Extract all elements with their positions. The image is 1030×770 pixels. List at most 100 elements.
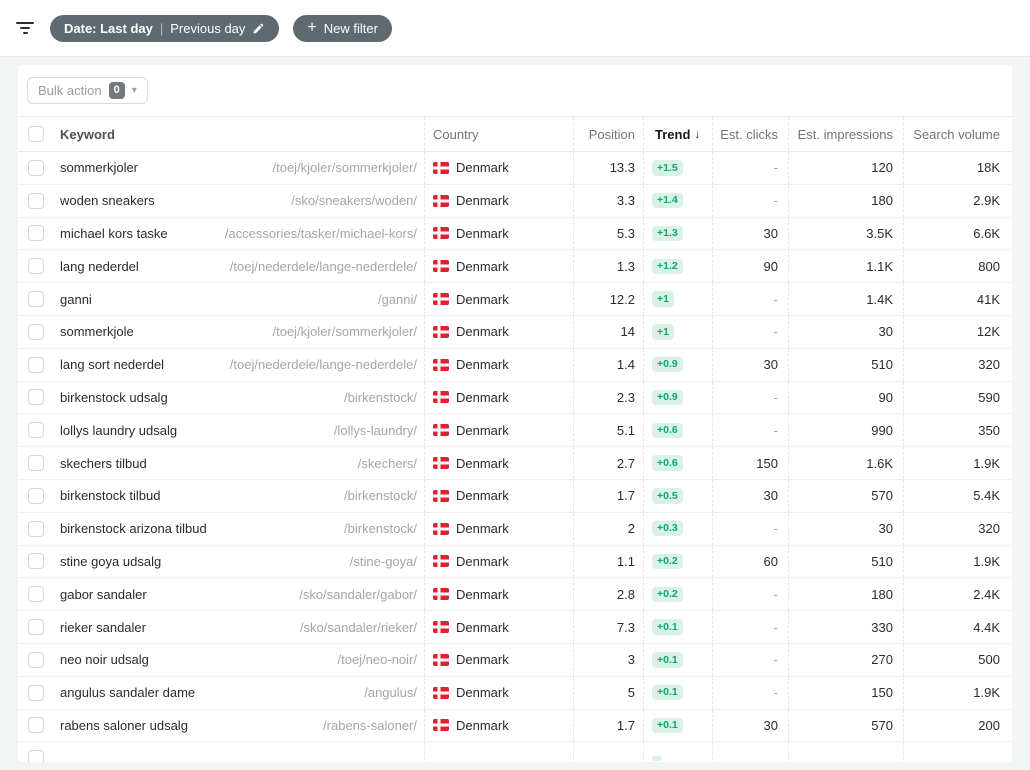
est-clicks-value: - — [773, 193, 778, 209]
trend-badge: +1 — [652, 291, 674, 307]
table-row[interactable] — [18, 742, 1012, 762]
table-row[interactable]: ganni /ganni/ Denmark 12.2 +1 - 1.4K 41K — [18, 283, 1012, 316]
keyword-url: /birkenstock/ — [344, 389, 417, 405]
keyword-url: /accessories/tasker/michael-kors/ — [224, 225, 417, 241]
row-checkbox[interactable] — [28, 356, 44, 373]
table-row[interactable]: neo noir udsalg /toej/neo-noir/ Denmark … — [18, 643, 1012, 677]
row-checkbox[interactable] — [28, 553, 44, 570]
est-impressions-value: 510 — [871, 357, 893, 373]
table-row[interactable]: sommerkjole /toej/kjoler/sommerkjoler/ D… — [18, 315, 1012, 349]
row-checkbox[interactable] — [28, 651, 44, 668]
table-row[interactable]: birkenstock udsalg /birkenstock/ Denmark… — [18, 381, 1012, 415]
keyword-text: stine goya udsalg — [60, 553, 162, 569]
row-checkbox[interactable] — [28, 750, 44, 762]
row-checkbox[interactable] — [28, 684, 44, 701]
table-row[interactable]: lang sort nederdel /toej/nederdele/lange… — [18, 348, 1012, 382]
row-checkbox[interactable] — [28, 225, 44, 242]
row-checkbox[interactable] — [28, 586, 44, 603]
table-row[interactable]: rabens saloner udsalg /rabens-saloner/ D… — [18, 709, 1012, 743]
select-all-checkbox[interactable] — [28, 126, 44, 142]
table-row[interactable]: michael kors taske /accessories/tasker/m… — [18, 217, 1012, 251]
keywords-table-card: Bulk action 0 ▾ Keyword Country Position… — [18, 65, 1012, 762]
column-header-position[interactable]: Position — [589, 127, 635, 142]
column-header-keyword[interactable]: Keyword — [60, 127, 115, 142]
position-value: 1.7 — [616, 717, 635, 733]
column-header-est-impressions[interactable]: Est. impressions — [798, 127, 893, 142]
denmark-flag-icon — [433, 391, 449, 404]
est-impressions-value: 150 — [871, 685, 893, 701]
keyword-url: /toej/nederdele/lange-nederdele/ — [229, 258, 417, 274]
new-filter-button[interactable]: + New filter — [293, 14, 392, 42]
est-clicks-value: - — [773, 324, 778, 340]
keyword-url: /birkenstock/ — [344, 488, 417, 504]
filter-icon[interactable] — [14, 19, 36, 37]
keyword-url: /toej/nederdele/lange-nederdele/ — [229, 357, 417, 373]
table-row[interactable]: angulus sandaler dame /angulus/ Denmark … — [18, 676, 1012, 710]
table-row[interactable]: stine goya udsalg /stine-goya/ Denmark 1… — [18, 545, 1012, 579]
est-impressions-value: 180 — [871, 586, 893, 602]
row-checkbox[interactable] — [28, 258, 44, 275]
position-value: 2.7 — [616, 455, 635, 471]
date-filter-pill[interactable]: Date: Last day | Previous day — [50, 14, 280, 42]
table-row[interactable]: birkenstock tilbud /birkenstock/ Denmark… — [18, 479, 1012, 513]
country-name: Denmark — [456, 652, 509, 668]
country-name: Denmark — [456, 291, 509, 307]
table-row[interactable]: gabor sandaler /sko/sandaler/gabor/ Denm… — [18, 578, 1012, 612]
search-volume-value: 320 — [978, 357, 1000, 373]
position-value: 2 — [627, 521, 635, 537]
table-row[interactable]: rieker sandaler /sko/sandaler/rieker/ De… — [18, 611, 1012, 644]
keyword-url: /toej/kjoler/sommerkjoler/ — [272, 324, 418, 340]
country-name: Denmark — [456, 193, 509, 209]
table-row[interactable]: sommerkjoler /toej/kjoler/sommerkjoler/ … — [18, 152, 1012, 185]
table-row[interactable]: lang nederdel /toej/nederdele/lange-nede… — [18, 250, 1012, 284]
row-checkbox[interactable] — [28, 159, 44, 176]
position-value: 1.4 — [616, 357, 635, 373]
column-header-search-volume[interactable]: Search volume — [913, 127, 1000, 142]
keyword-text: skechers tilbud — [60, 455, 147, 471]
chevron-down-icon: ▾ — [131, 85, 137, 96]
keyword-text: angulus sandaler dame — [60, 685, 196, 701]
est-impressions-value: 1.4K — [866, 291, 893, 307]
row-checkbox[interactable] — [28, 192, 44, 209]
table-row[interactable]: woden sneakers /sko/sneakers/woden/ Denm… — [18, 184, 1012, 218]
row-checkbox[interactable] — [28, 487, 44, 504]
row-checkbox[interactable] — [28, 619, 44, 636]
denmark-flag-icon — [433, 358, 449, 371]
denmark-flag-icon — [433, 457, 449, 470]
table-row[interactable]: lollys laundry udsalg /lollys-laundry/ D… — [18, 414, 1012, 448]
search-volume-value: 6.6K — [973, 225, 1000, 241]
position-value: 5.3 — [616, 225, 635, 241]
column-header-est-clicks[interactable]: Est. clicks — [720, 127, 778, 142]
country-name: Denmark — [456, 619, 509, 635]
est-clicks-value: 150 — [756, 455, 778, 471]
row-checkbox[interactable] — [28, 323, 44, 340]
column-header-trend[interactable]: Trend — [655, 127, 690, 142]
table-row[interactable]: skechers tilbud /skechers/ Denmark 2.7 +… — [18, 447, 1012, 480]
search-volume-value: 1.9K — [973, 553, 1000, 569]
row-checkbox[interactable] — [28, 455, 44, 472]
sort-desc-icon[interactable]: ↓ — [694, 127, 700, 141]
search-volume-value: 320 — [978, 521, 1000, 537]
search-volume-value: 500 — [978, 652, 1000, 668]
trend-badge: +1.5 — [652, 160, 683, 176]
column-header-country[interactable]: Country — [433, 127, 479, 142]
date-filter-compare-label: Previous day — [170, 20, 246, 36]
page-content: Bulk action 0 ▾ Keyword Country Position… — [0, 57, 1030, 762]
denmark-flag-icon — [433, 293, 449, 306]
position-value: 14 — [620, 324, 635, 340]
trend-badge: +0.3 — [652, 520, 683, 537]
est-clicks-value: 90 — [763, 258, 778, 274]
row-checkbox[interactable] — [28, 717, 44, 734]
table-row[interactable]: birkenstock arizona tilbud /birkenstock/… — [18, 512, 1012, 546]
est-impressions-value: 30 — [878, 324, 893, 340]
keyword-url: /sko/sandaler/rieker/ — [299, 619, 417, 635]
position-value: 3 — [627, 652, 635, 668]
country-name: Denmark — [456, 389, 509, 405]
row-checkbox[interactable] — [28, 291, 44, 308]
row-checkbox[interactable] — [28, 520, 44, 537]
keyword-text: michael kors taske — [60, 225, 168, 241]
row-checkbox[interactable] — [28, 422, 44, 439]
search-volume-value: 12K — [976, 324, 1000, 340]
bulk-action-button[interactable]: Bulk action 0 ▾ — [27, 77, 148, 104]
row-checkbox[interactable] — [28, 389, 44, 406]
